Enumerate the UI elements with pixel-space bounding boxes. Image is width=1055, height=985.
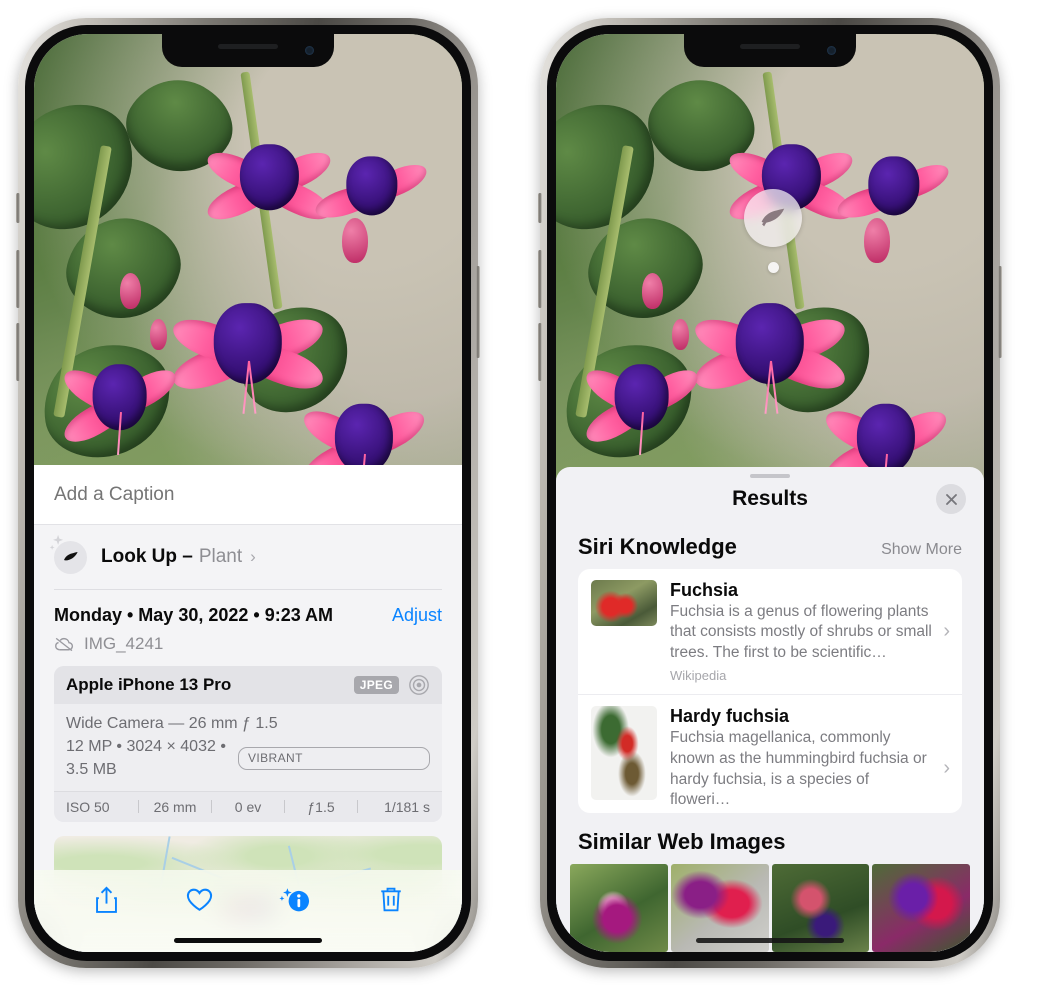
format-badge: JPEG bbox=[353, 676, 399, 694]
file-row: IMG_4241 bbox=[34, 630, 462, 666]
power-button[interactable] bbox=[998, 266, 1002, 358]
siri-knowledge-header: Siri Knowledge Show More bbox=[556, 520, 984, 569]
leaf-icon bbox=[761, 208, 785, 227]
results-title: Results bbox=[732, 487, 808, 511]
knowledge-title: Hardy fuchsia bbox=[670, 706, 790, 727]
lens-info: Wide Camera — 26 mm ƒ 1.5 bbox=[66, 715, 278, 732]
flower-bud bbox=[641, 272, 663, 310]
volume-up-button[interactable] bbox=[538, 250, 542, 308]
fuchsia-bloom bbox=[308, 107, 436, 254]
knowledge-thumbnail bbox=[591, 706, 657, 801]
volume-up-button[interactable] bbox=[16, 250, 20, 308]
home-indicator bbox=[696, 938, 844, 943]
favorite-button[interactable] bbox=[185, 886, 214, 916]
file-name: IMG_4241 bbox=[84, 634, 164, 653]
look-up-row[interactable]: Look Up – Plant › bbox=[34, 525, 462, 589]
screen-right: Results Siri Knowledge Show More Fuchsia… bbox=[556, 34, 984, 952]
caption-input[interactable] bbox=[54, 483, 442, 506]
chevron-right-icon: › bbox=[943, 757, 950, 780]
size-info-row: 12 MP • 3024 × 4032 • 3.5 MB VIBRANT bbox=[66, 735, 430, 781]
knowledge-description: Fuchsia magellanica, commonly known as t… bbox=[670, 729, 927, 809]
knowledge-thumbnail bbox=[591, 579, 657, 626]
power-button[interactable] bbox=[476, 266, 480, 358]
similar-image-thumbnail[interactable] bbox=[570, 864, 668, 952]
stat-focal: 26 mm bbox=[153, 798, 197, 815]
results-sheet: Results Siri Knowledge Show More Fuchsia… bbox=[556, 467, 984, 952]
info-sparkle-icon bbox=[278, 887, 309, 911]
exif-body: Wide Camera — 26 mm ƒ 1.5 12 MP • 3024 ×… bbox=[54, 704, 442, 791]
knowledge-title: Fuchsia bbox=[670, 579, 739, 600]
phone-bezel-right: Results Siri Knowledge Show More Fuchsia… bbox=[547, 25, 993, 961]
front-camera bbox=[305, 46, 314, 55]
knowledge-source: Wikipedia bbox=[670, 668, 727, 684]
visual-lookup-indicator-dot bbox=[768, 262, 779, 273]
trash-icon bbox=[380, 887, 401, 912]
similar-web-images-title: Similar Web Images bbox=[578, 829, 786, 854]
date-row: Monday • May 30, 2022 • 9:23 AM Adjust bbox=[34, 590, 462, 630]
screen-left: Look Up – Plant › Monday • May 30, 2022 … bbox=[34, 34, 462, 952]
volume-down-button[interactable] bbox=[538, 323, 542, 381]
look-up-label-group: Look Up – Plant › bbox=[101, 546, 256, 568]
info-button[interactable] bbox=[278, 885, 313, 918]
size-info: 12 MP • 3024 × 4032 • 3.5 MB bbox=[66, 738, 226, 779]
knowledge-card-body: Fuchsia Fuchsia is a genus of flowering … bbox=[657, 580, 943, 684]
front-camera bbox=[827, 46, 836, 55]
results-header: Results bbox=[556, 478, 984, 519]
earpiece-speaker bbox=[740, 44, 800, 49]
chevron-right-icon: › bbox=[250, 547, 256, 566]
delete-button[interactable] bbox=[378, 885, 404, 917]
caption-row[interactable] bbox=[34, 465, 462, 525]
exif-header: Apple iPhone 13 Pro JPEG bbox=[54, 666, 442, 704]
adjust-button[interactable]: Adjust bbox=[392, 605, 442, 626]
camera-device: Apple iPhone 13 Pro bbox=[66, 675, 232, 694]
heart-icon bbox=[186, 888, 212, 911]
stat-shutter: 1/181 s bbox=[384, 798, 430, 815]
iphone-right: Results Siri Knowledge Show More Fuchsia… bbox=[538, 18, 1002, 968]
mute-switch[interactable] bbox=[16, 193, 20, 223]
iphone-left: Look Up – Plant › Monday • May 30, 2022 … bbox=[16, 18, 480, 968]
close-button[interactable] bbox=[936, 484, 966, 515]
look-up-label: Look Up – bbox=[101, 546, 193, 567]
similar-image-thumbnail[interactable] bbox=[872, 864, 970, 952]
knowledge-card[interactable]: Hardy fuchsia Fuchsia magellanica, commo… bbox=[578, 694, 962, 813]
knowledge-card[interactable]: Fuchsia Fuchsia is a genus of flowering … bbox=[578, 569, 962, 695]
fuchsia-bloom bbox=[830, 107, 958, 254]
share-button[interactable] bbox=[93, 885, 120, 918]
show-more-button[interactable]: Show More bbox=[881, 541, 962, 559]
sparkles-icon bbox=[49, 534, 64, 550]
phone-bezel-left: Look Up – Plant › Monday • May 30, 2022 … bbox=[25, 25, 471, 961]
chevron-right-icon: › bbox=[943, 620, 950, 643]
stat-ev: 0 ev bbox=[234, 798, 262, 815]
exif-card: Apple iPhone 13 Pro JPEG Wide Camera — 2… bbox=[54, 666, 442, 822]
photo-date: Monday • May 30, 2022 • 9:23 AM bbox=[54, 605, 334, 625]
visual-lookup-badge[interactable] bbox=[744, 189, 802, 247]
knowledge-card-body: Hardy fuchsia Fuchsia magellanica, commo… bbox=[657, 706, 943, 813]
stat-aperture: ƒ1.5 bbox=[307, 798, 335, 815]
notch-left bbox=[162, 34, 334, 67]
share-icon bbox=[95, 885, 117, 913]
aperture-icon bbox=[409, 675, 429, 695]
close-icon bbox=[945, 493, 957, 505]
cloud-slash-icon bbox=[55, 637, 74, 651]
look-up-subject: Plant bbox=[198, 546, 243, 567]
flower-bud bbox=[119, 272, 141, 310]
earpiece-speaker bbox=[218, 44, 278, 49]
siri-knowledge-title: Siri Knowledge bbox=[578, 533, 737, 559]
mute-switch[interactable] bbox=[538, 193, 542, 223]
stat-iso: ISO 50 bbox=[66, 798, 110, 815]
photo-info-sheet: Look Up – Plant › Monday • May 30, 2022 … bbox=[34, 465, 462, 952]
screenshot-stage: Look Up – Plant › Monday • May 30, 2022 … bbox=[0, 0, 1055, 985]
knowledge-description: Fuchsia is a genus of flowering plants t… bbox=[670, 602, 932, 661]
home-indicator bbox=[174, 938, 322, 943]
volume-down-button[interactable] bbox=[16, 323, 20, 381]
vibrant-badge: VIBRANT bbox=[238, 746, 430, 771]
notch-right bbox=[684, 34, 856, 67]
exif-stats-row: ISO 50 26 mm 0 ev ƒ1.5 1/181 s bbox=[54, 790, 442, 822]
siri-knowledge-cards: Fuchsia Fuchsia is a genus of flowering … bbox=[578, 568, 962, 813]
